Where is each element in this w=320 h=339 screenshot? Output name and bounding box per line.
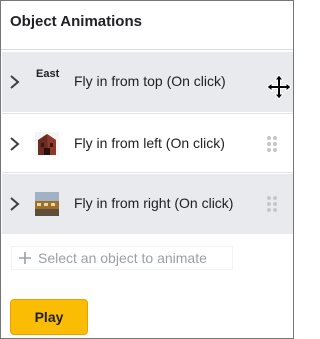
plus-icon (19, 252, 31, 264)
panel-title: Object Animations (1, 1, 293, 50)
animation-row-fly-in-from-right[interactable]: Fly in from right (On click) (2, 174, 293, 234)
east-text-object-thumbnail: East (36, 68, 60, 80)
chevron-right-icon[interactable] (8, 194, 22, 214)
building-image-thumbnail (35, 132, 59, 156)
chevron-right-icon[interactable] (8, 72, 22, 92)
move-cursor-icon[interactable] (266, 74, 292, 100)
animation-row-fly-in-from-left[interactable]: Fly in from left (On click) (2, 113, 293, 173)
drag-handle-icon[interactable] (265, 133, 279, 155)
select-object-to-animate-button[interactable]: Select an object to animate (11, 246, 233, 270)
animation-row-fly-in-from-top[interactable]: East Fly in from top (On click) (2, 52, 293, 112)
animation-label: Fly in from top (On click) (74, 73, 226, 89)
select-object-label: Select an object to animate (38, 250, 207, 266)
train-image-thumbnail (35, 192, 59, 216)
object-animations-panel: Object Animations East Fly in from top (… (0, 0, 294, 339)
animation-label: Fly in from right (On click) (74, 195, 234, 211)
play-button[interactable]: Play (10, 299, 88, 335)
drag-handle-icon[interactable] (265, 193, 279, 215)
chevron-right-icon[interactable] (8, 134, 22, 154)
animation-label: Fly in from left (On click) (74, 135, 225, 151)
